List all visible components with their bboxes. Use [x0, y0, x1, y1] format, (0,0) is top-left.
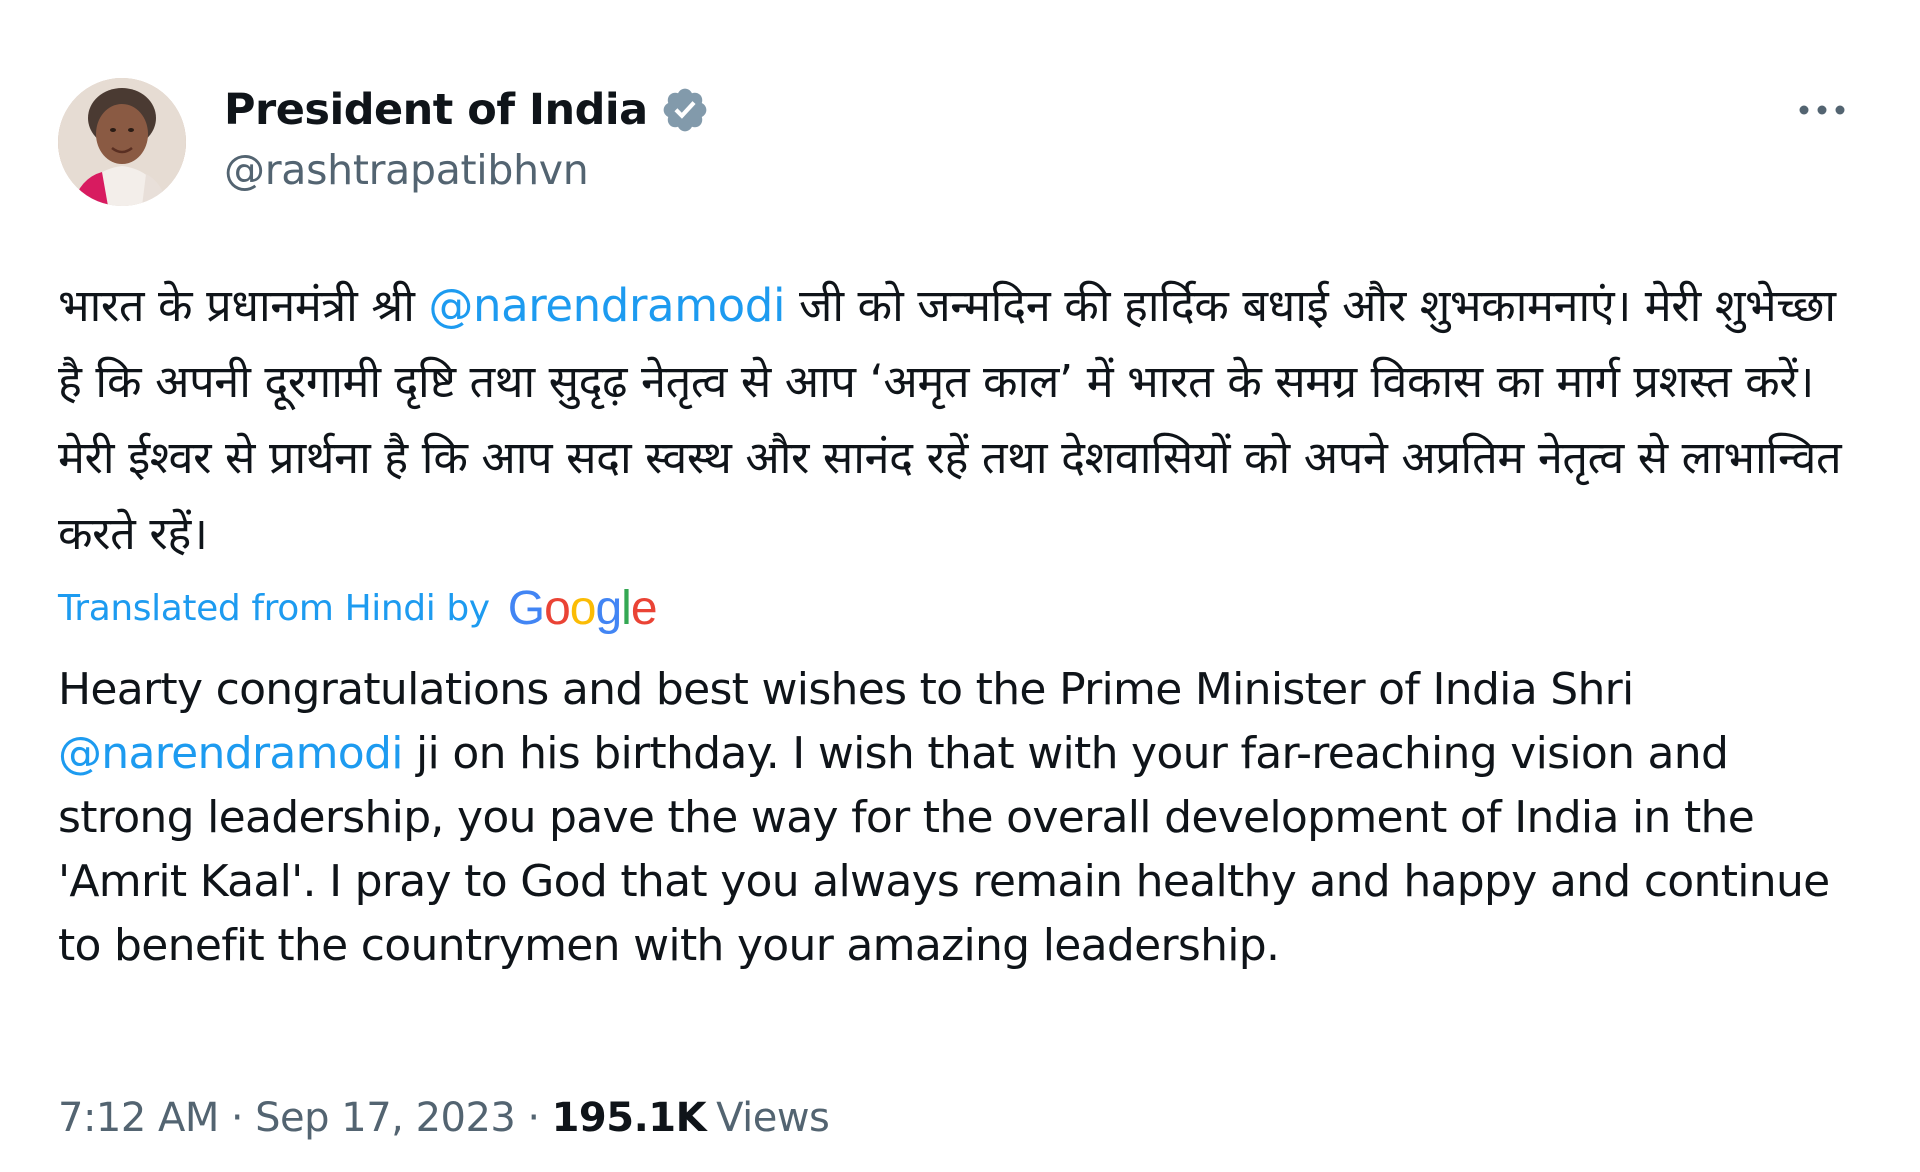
- mention-link[interactable]: @narendramodi: [58, 728, 403, 779]
- tweet-card: President of India @rashtrapatibhvn भारत…: [0, 0, 1920, 1172]
- separator: ·: [230, 1095, 244, 1141]
- avatar-image: [58, 78, 186, 206]
- display-name[interactable]: President of India: [224, 85, 648, 135]
- handle[interactable]: @rashtrapatibhvn: [224, 146, 589, 194]
- display-name-row: President of India: [224, 82, 710, 138]
- english-text-part: Hearty congratulations and best wishes t…: [58, 664, 1634, 715]
- more-button[interactable]: [1792, 90, 1852, 130]
- tweet-time[interactable]: 7:12 AM: [58, 1095, 219, 1141]
- views-label: Views: [716, 1095, 830, 1141]
- translation-attribution: Translated from Hindi by Google: [58, 580, 658, 636]
- tweet-text-original: भारत के प्रधानमंत्री श्री @narendramodi …: [58, 268, 1848, 572]
- more-horizontal-icon: [1799, 105, 1845, 115]
- google-logo: Google: [507, 581, 658, 635]
- tweet-meta: 7:12 AM · Sep 17, 2023 · 195.1K Views: [58, 1090, 830, 1146]
- mention-link[interactable]: @narendramodi: [428, 279, 785, 332]
- hindi-text-part: भारत के प्रधानमंत्री श्री: [58, 279, 429, 332]
- views-count: 195.1K: [551, 1095, 707, 1141]
- separator: ·: [527, 1095, 540, 1141]
- tweet-text-translated: Hearty congratulations and best wishes t…: [58, 658, 1858, 978]
- avatar[interactable]: [58, 78, 186, 206]
- tweet-date[interactable]: Sep 17, 2023: [255, 1095, 516, 1141]
- translated-label[interactable]: Translated from Hindi by: [58, 588, 490, 629]
- verified-badge-icon: [663, 88, 707, 132]
